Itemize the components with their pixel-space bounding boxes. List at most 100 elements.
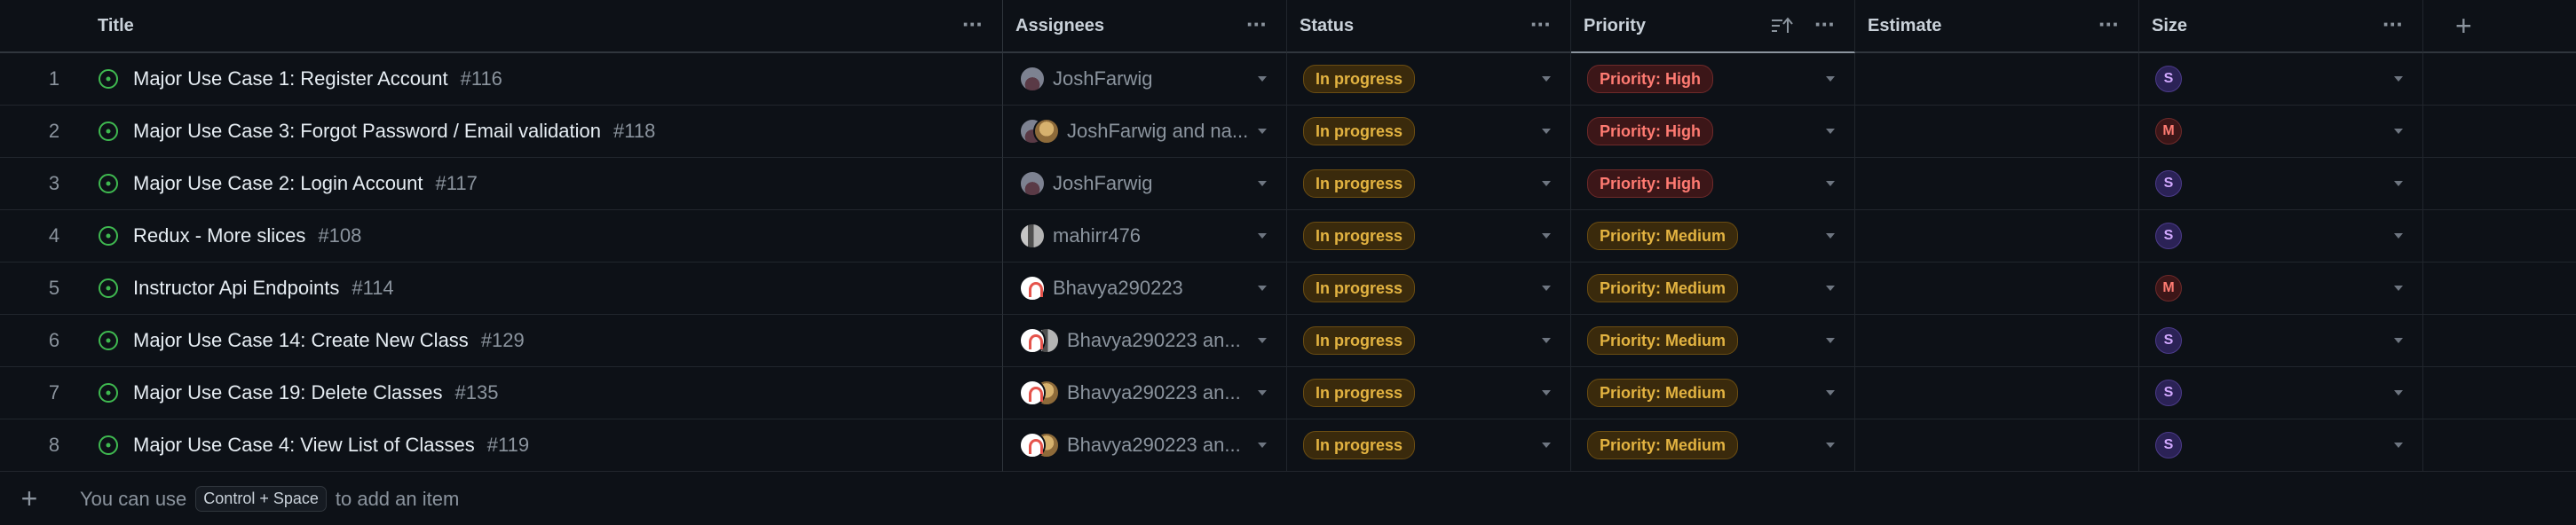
- caret-down-icon[interactable]: [1826, 286, 1835, 291]
- issue-title-cell[interactable]: Instructor Api Endpoints #114: [85, 262, 1003, 315]
- assignees-cell[interactable]: JoshFarwig: [1003, 53, 1287, 106]
- assignees-cell[interactable]: Bhavya290223 an...: [1003, 367, 1287, 419]
- caret-down-icon[interactable]: [2394, 286, 2403, 291]
- issue-title-link[interactable]: Major Use Case 4: View List of Classes: [133, 434, 475, 457]
- caret-down-icon[interactable]: [1258, 390, 1267, 396]
- estimate-cell[interactable]: [1855, 158, 2139, 210]
- column-header-title[interactable]: Title ···: [85, 0, 1003, 53]
- caret-down-icon[interactable]: [1258, 76, 1267, 82]
- issue-title-link[interactable]: Major Use Case 3: Forgot Password / Emai…: [133, 120, 601, 143]
- issue-number[interactable]: #135: [454, 381, 498, 404]
- estimate-cell[interactable]: [1855, 53, 2139, 106]
- column-header-priority[interactable]: Priority ···: [1571, 0, 1855, 53]
- issue-number[interactable]: #129: [481, 329, 525, 352]
- size-cell[interactable]: S: [2139, 367, 2423, 419]
- caret-down-icon[interactable]: [2394, 233, 2403, 239]
- plus-icon[interactable]: +: [0, 482, 59, 515]
- caret-down-icon[interactable]: [2394, 129, 2403, 134]
- estimate-cell[interactable]: [1855, 419, 2139, 472]
- status-cell[interactable]: In progress: [1287, 210, 1571, 262]
- status-cell[interactable]: In progress: [1287, 419, 1571, 472]
- assignees-cell[interactable]: JoshFarwig and na...: [1003, 106, 1287, 158]
- caret-down-icon[interactable]: [1542, 286, 1551, 291]
- priority-cell[interactable]: Priority: Medium: [1571, 419, 1855, 472]
- caret-down-icon[interactable]: [1826, 443, 1835, 448]
- caret-down-icon[interactable]: [1542, 390, 1551, 396]
- size-cell[interactable]: S: [2139, 210, 2423, 262]
- caret-down-icon[interactable]: [2394, 338, 2403, 343]
- issue-number[interactable]: #116: [461, 67, 502, 90]
- priority-cell[interactable]: Priority: Medium: [1571, 210, 1855, 262]
- size-cell[interactable]: S: [2139, 158, 2423, 210]
- size-cell[interactable]: M: [2139, 262, 2423, 315]
- column-header-estimate[interactable]: Estimate ···: [1855, 0, 2139, 53]
- issue-number[interactable]: #119: [487, 434, 529, 457]
- issue-title-link[interactable]: Major Use Case 2: Login Account: [133, 172, 423, 195]
- column-header-size[interactable]: Size ···: [2139, 0, 2423, 53]
- issue-title-cell[interactable]: Major Use Case 14: Create New Class #129: [85, 315, 1003, 367]
- caret-down-icon[interactable]: [1542, 76, 1551, 82]
- column-menu-icon[interactable]: ···: [1246, 12, 1268, 35]
- caret-down-icon[interactable]: [1258, 233, 1267, 239]
- caret-down-icon[interactable]: [1258, 443, 1267, 448]
- issue-title-link[interactable]: Major Use Case 19: Delete Classes: [133, 381, 442, 404]
- column-menu-icon[interactable]: ···: [2382, 12, 2404, 35]
- caret-down-icon[interactable]: [1258, 338, 1267, 343]
- issue-number[interactable]: #114: [352, 277, 393, 300]
- issue-title-link[interactable]: Instructor Api Endpoints: [133, 277, 339, 300]
- size-cell[interactable]: M: [2139, 106, 2423, 158]
- column-header-status[interactable]: Status ···: [1287, 0, 1571, 53]
- status-cell[interactable]: In progress: [1287, 106, 1571, 158]
- assignees-cell[interactable]: Bhavya290223: [1003, 262, 1287, 315]
- priority-cell[interactable]: Priority: Medium: [1571, 262, 1855, 315]
- caret-down-icon[interactable]: [1542, 181, 1551, 186]
- priority-cell[interactable]: Priority: High: [1571, 53, 1855, 106]
- priority-cell[interactable]: Priority: High: [1571, 158, 1855, 210]
- caret-down-icon[interactable]: [1258, 181, 1267, 186]
- assignees-cell[interactable]: mahirr476: [1003, 210, 1287, 262]
- caret-down-icon[interactable]: [2394, 76, 2403, 82]
- issue-title-link[interactable]: Redux - More slices: [133, 224, 305, 247]
- caret-down-icon[interactable]: [1826, 338, 1835, 343]
- add-field-button[interactable]: +: [2423, 0, 2576, 53]
- size-cell[interactable]: S: [2139, 53, 2423, 106]
- issue-title-cell[interactable]: Major Use Case 3: Forgot Password / Emai…: [85, 106, 1003, 158]
- assignees-cell[interactable]: JoshFarwig: [1003, 158, 1287, 210]
- caret-down-icon[interactable]: [1542, 233, 1551, 239]
- estimate-cell[interactable]: [1855, 106, 2139, 158]
- assignees-cell[interactable]: Bhavya290223 an...: [1003, 419, 1287, 472]
- issue-number[interactable]: #117: [436, 172, 478, 195]
- column-menu-icon[interactable]: ···: [2098, 12, 2120, 35]
- caret-down-icon[interactable]: [1826, 129, 1835, 134]
- caret-down-icon[interactable]: [1826, 390, 1835, 396]
- status-cell[interactable]: In progress: [1287, 262, 1571, 315]
- estimate-cell[interactable]: [1855, 262, 2139, 315]
- issue-title-cell[interactable]: Major Use Case 4: View List of Classes #1…: [85, 419, 1003, 472]
- issue-title-link[interactable]: Major Use Case 14: Create New Class: [133, 329, 469, 352]
- issue-title-cell[interactable]: Major Use Case 1: Register Account #116: [85, 53, 1003, 106]
- add-item-row[interactable]: + You can use Control + Space to add an …: [0, 473, 2576, 525]
- column-menu-icon[interactable]: ···: [1814, 12, 1836, 35]
- caret-down-icon[interactable]: [1542, 338, 1551, 343]
- caret-down-icon[interactable]: [1826, 181, 1835, 186]
- size-cell[interactable]: S: [2139, 315, 2423, 367]
- priority-cell[interactable]: Priority: High: [1571, 106, 1855, 158]
- sort-ascending-icon[interactable]: [1771, 16, 1794, 35]
- caret-down-icon[interactable]: [2394, 181, 2403, 186]
- priority-cell[interactable]: Priority: Medium: [1571, 315, 1855, 367]
- size-cell[interactable]: S: [2139, 419, 2423, 472]
- status-cell[interactable]: In progress: [1287, 53, 1571, 106]
- status-cell[interactable]: In progress: [1287, 158, 1571, 210]
- issue-title-cell[interactable]: Major Use Case 19: Delete Classes #135: [85, 367, 1003, 419]
- issue-number[interactable]: #118: [613, 120, 655, 143]
- caret-down-icon[interactable]: [1826, 233, 1835, 239]
- caret-down-icon[interactable]: [2394, 390, 2403, 396]
- caret-down-icon[interactable]: [1826, 76, 1835, 82]
- estimate-cell[interactable]: [1855, 367, 2139, 419]
- issue-title-link[interactable]: Major Use Case 1: Register Account: [133, 67, 448, 90]
- caret-down-icon[interactable]: [2394, 443, 2403, 448]
- assignees-cell[interactable]: Bhavya290223 an...: [1003, 315, 1287, 367]
- caret-down-icon[interactable]: [1258, 129, 1267, 134]
- status-cell[interactable]: In progress: [1287, 315, 1571, 367]
- issue-title-cell[interactable]: Major Use Case 2: Login Account #117: [85, 158, 1003, 210]
